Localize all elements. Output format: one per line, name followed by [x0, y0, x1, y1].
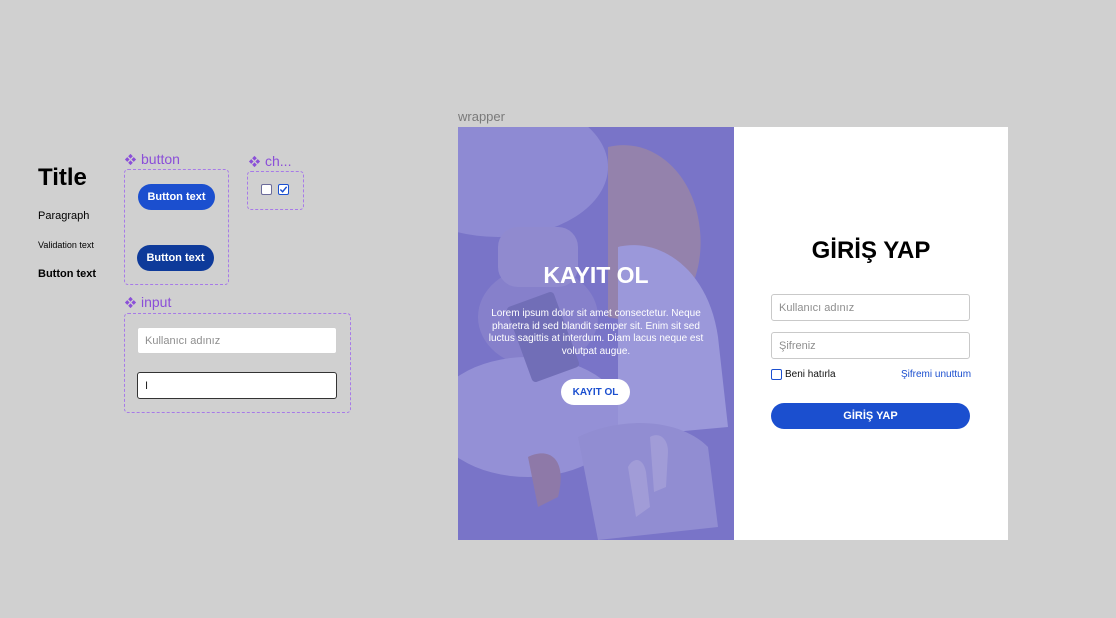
sample-input-focused[interactable]: I [137, 372, 337, 399]
checkbox-component-label: ch... [248, 153, 291, 169]
wrapper-frame-label: wrapper [458, 109, 505, 124]
component-icon [248, 155, 261, 167]
sample-primary-button[interactable]: Button text [138, 184, 215, 210]
login-submit-button[interactable]: GİRİŞ YAP [771, 403, 970, 429]
style-title-sample: Title [38, 164, 87, 191]
style-validation-sample: Validation text [38, 240, 94, 250]
input-component-name: input [141, 294, 172, 310]
sample-dark-button[interactable]: Button text [137, 245, 214, 271]
sample-checkbox-checked[interactable] [278, 184, 289, 195]
component-icon [124, 153, 137, 165]
password-input[interactable]: Şifreniz [771, 332, 970, 359]
button-component-label: button [124, 151, 180, 167]
style-button-text-sample: Button text [38, 268, 97, 280]
checkmark-icon [279, 186, 288, 193]
remember-me-checkbox[interactable] [771, 369, 782, 380]
register-title: KAYIT OL [543, 262, 649, 288]
remember-me-label: Beni hatırla [785, 369, 836, 380]
username-input[interactable]: Kullanıcı adınız [771, 294, 970, 321]
register-button[interactable]: KAYIT OL [561, 379, 630, 405]
register-description: Lorem ipsum dolor sit amet consectetur. … [488, 308, 704, 357]
checkbox-component-name: ch... [265, 153, 292, 169]
sample-input-default[interactable]: Kullanıcı adınız [137, 327, 337, 354]
component-icon [124, 296, 137, 308]
checkbox-component-frame [247, 171, 304, 210]
button-component-name: button [141, 151, 180, 167]
forgot-password-link[interactable]: Şifremi unuttum [901, 369, 971, 380]
login-title: GİRİŞ YAP [811, 237, 931, 264]
input-component-label: input [124, 294, 171, 310]
style-paragraph-sample: Paragraph [38, 210, 90, 222]
sample-checkbox-unchecked[interactable] [261, 184, 272, 195]
